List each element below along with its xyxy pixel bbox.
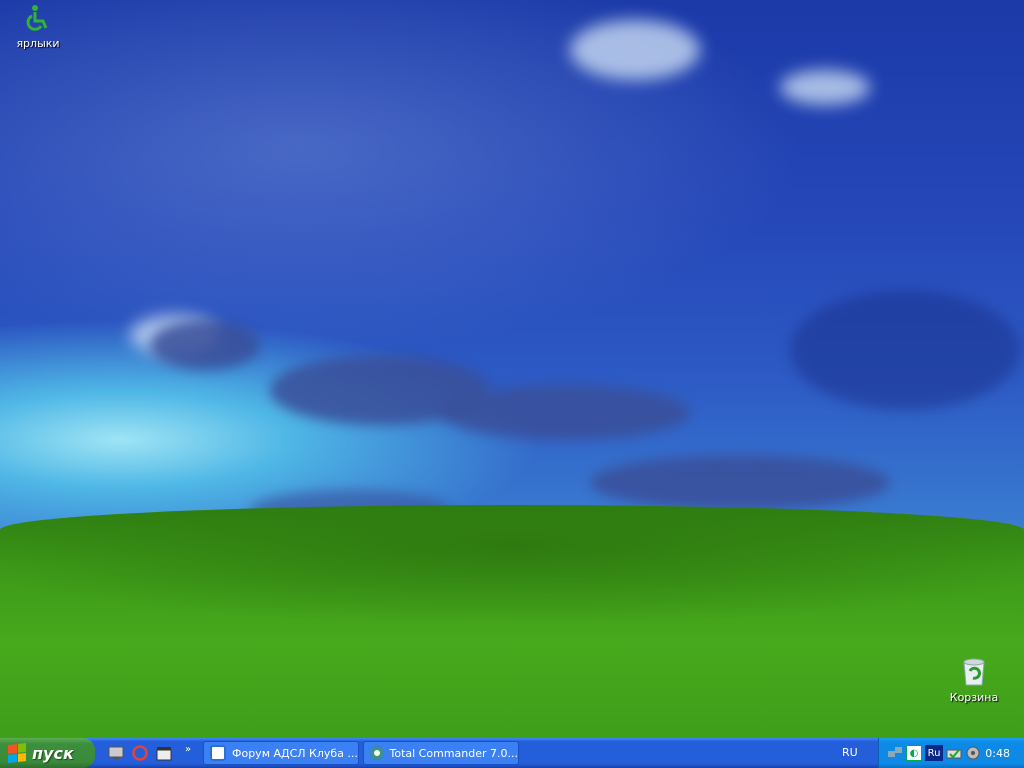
taskbar-button-forum[interactable]: Форум АДСЛ Клуба ... (203, 741, 359, 765)
sync-icon[interactable]: ◐ (906, 745, 922, 761)
keyboard-layout-indicator[interactable]: Ru (925, 745, 943, 761)
wallpaper-cloud (590, 455, 890, 510)
safely-remove-hardware-icon[interactable] (946, 745, 962, 761)
desktop-icon-label: ярлыки (16, 37, 60, 50)
volume-icon[interactable] (965, 745, 981, 761)
clock[interactable]: 0:48 (985, 747, 1010, 760)
taskbar-button-total-commander[interactable]: Total Commander 7.0... (363, 741, 519, 765)
wallpaper-cloud (570, 20, 700, 80)
desktop-icon-recycle-bin[interactable]: Корзина (936, 656, 1012, 704)
start-button[interactable]: пуск (0, 738, 95, 768)
quick-launch: » (107, 744, 199, 762)
wallpaper-sky (0, 0, 1024, 540)
task-label: Форум АДСЛ Клуба ... (232, 746, 358, 760)
wallpaper-cloud (780, 70, 870, 105)
wallpaper-cloud (790, 290, 1020, 410)
desktop-icon-label: Корзина (949, 691, 999, 704)
recycle-bin-icon (958, 656, 990, 688)
opera-icon[interactable] (131, 744, 149, 762)
windows-logo-icon (8, 743, 26, 763)
wallpaper-hills (0, 505, 1024, 738)
media-player-classic-icon[interactable] (155, 744, 173, 762)
wallpaper-cloud (440, 385, 690, 440)
show-desktop-icon[interactable] (107, 744, 125, 762)
task-label: Total Commander 7.0... (389, 746, 519, 760)
wallpaper-cloud (150, 320, 260, 370)
network-icon[interactable] (887, 745, 903, 761)
total-commander-icon (370, 745, 384, 761)
desktop[interactable]: ярлыки Корзина (0, 0, 1024, 738)
accessibility-icon (22, 2, 54, 34)
quick-launch-chevron[interactable]: » (179, 744, 197, 762)
desktop-icon-shortcuts[interactable]: ярлыки (0, 2, 76, 50)
start-label: пуск (32, 743, 74, 763)
ie-icon (210, 745, 226, 761)
system-tray: ◐ Ru 0:48 (878, 738, 1024, 768)
taskbar: пуск » Форум АДСЛ Клуба ... Total Comman… (0, 738, 1024, 768)
language-bar[interactable]: RU (842, 746, 858, 759)
